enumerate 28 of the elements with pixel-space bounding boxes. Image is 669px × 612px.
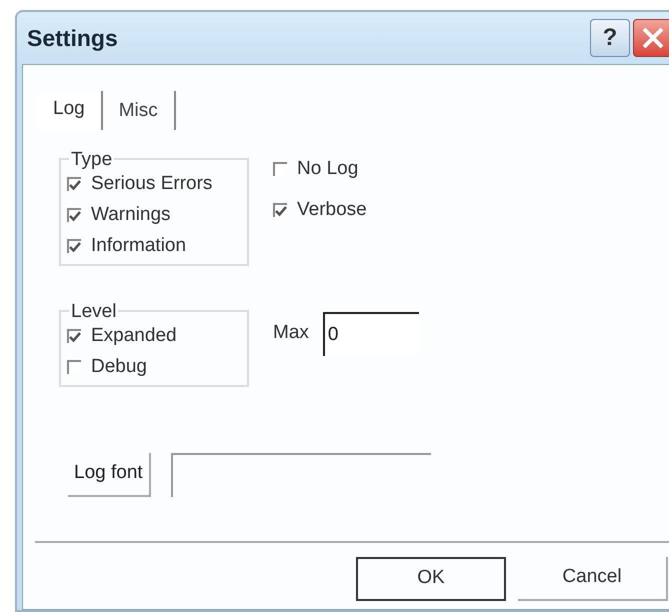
checkbox-label: Warnings (91, 202, 171, 227)
help-button[interactable]: ? (590, 19, 630, 57)
dialog-button[interactable]: Cancel (518, 556, 668, 600)
checkbox-label: Information (91, 234, 186, 258)
checkbox[interactable] (273, 203, 287, 217)
checkbox[interactable] (67, 360, 81, 374)
group-title: Type (70, 150, 114, 168)
checkbox-label: No Log (297, 156, 358, 181)
tab[interactable]: Misc (100, 91, 176, 130)
dialog-button[interactable]: OK (356, 556, 506, 600)
checkbox[interactable] (67, 329, 81, 343)
checkbox[interactable] (67, 208, 81, 222)
window-title: Settings (27, 24, 119, 53)
tab[interactable]: Log (37, 91, 101, 130)
checkbox[interactable] (67, 177, 81, 191)
checkbox-label: Expanded (91, 324, 177, 348)
checkbox-label: Debug (91, 354, 147, 379)
max-field[interactable]: 0 (322, 312, 419, 356)
close-icon (641, 26, 665, 50)
checkbox-label: Serious Errors (91, 172, 212, 196)
max-label: Max (273, 321, 309, 346)
checkbox-label: Verbose (297, 198, 367, 222)
font-field[interactable] (170, 452, 431, 496)
checkbox[interactable] (273, 162, 287, 176)
close-button[interactable] (633, 19, 669, 57)
group-title: Level (70, 302, 118, 320)
log-font-button[interactable]: Log font (68, 452, 151, 496)
checkbox[interactable] (67, 239, 81, 253)
